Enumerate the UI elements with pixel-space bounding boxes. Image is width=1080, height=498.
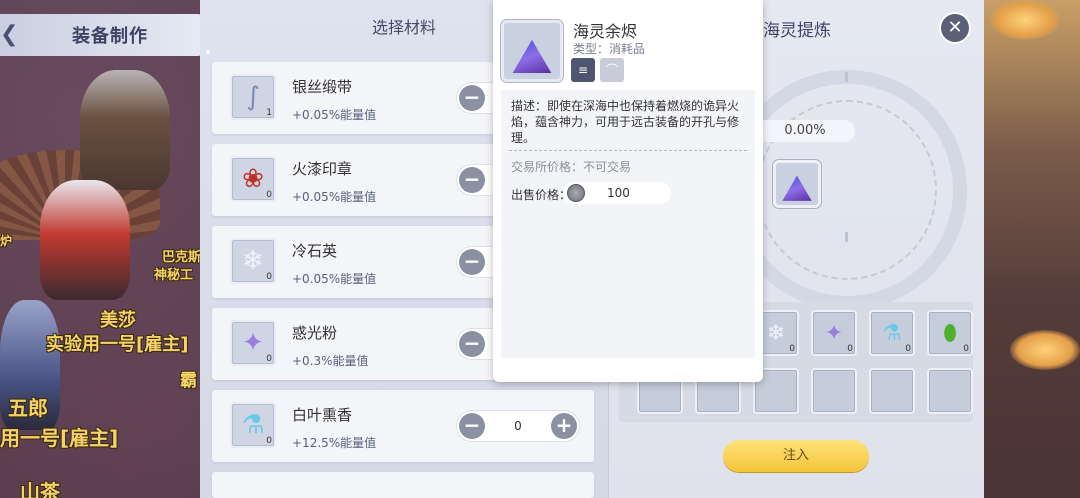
craft-header: ❮ 装备制作 (0, 14, 202, 56)
npc-name-label: 美莎 (100, 310, 136, 331)
decor-dot (206, 50, 210, 54)
sparkle-powder-icon: ✦ 0 (230, 320, 276, 366)
lamp-light (1010, 330, 1080, 370)
ring-tick (845, 72, 848, 82)
npc-name-label: 炉 (0, 234, 13, 248)
material-slot[interactable]: ⬮ 0 (927, 310, 973, 356)
detail-search-icon[interactable]: ≡ (571, 58, 595, 82)
material-bonus: +12.5%能量值 (292, 436, 377, 450)
source-path-icon[interactable]: ⌒ (600, 58, 624, 82)
inject-button[interactable]: 注入 (723, 440, 869, 472)
material-item[interactable]: ⚗ 0 白叶熏香 +12.5%能量值 − 0 + (212, 390, 594, 462)
sell-price-label: 出售价格： (511, 188, 572, 202)
refine-panel-title: 海灵提炼 (763, 21, 831, 41)
quantity-stepper: − 0 + (456, 410, 580, 442)
character-sprite (80, 70, 170, 190)
item-name: 海灵余烬 (573, 22, 638, 41)
item-type: 类型：消耗品 (573, 42, 646, 56)
crystal-icon: ❄ 0 (230, 238, 276, 284)
material-bonus: +0.05%能量值 (292, 108, 377, 122)
material-slot[interactable]: ⚗ 0 (869, 310, 915, 356)
minus-icon[interactable]: − (459, 167, 485, 193)
npc-name-label: 神秘工 (154, 268, 194, 283)
material-slot-empty[interactable] (927, 368, 973, 414)
potion-icon: ⚗ 0 (230, 402, 276, 448)
material-item[interactable] (212, 472, 594, 498)
scene-right-wall (980, 0, 1080, 498)
material-name: 惑光粉 (292, 324, 338, 342)
ribbon-icon: ∫ 1 (230, 74, 276, 120)
material-slot-empty[interactable] (811, 368, 857, 414)
item-count: 0 (266, 436, 272, 446)
material-name: 银丝缎带 (292, 78, 353, 96)
tooltip-body: 描述：即使在深海中也保持着燃烧的诡异火焰，蕴含神力，可用于远古装备的开孔与修理。… (501, 90, 755, 358)
rose-seal-icon: ❀ 0 (230, 156, 276, 202)
material-slot[interactable]: ✦ 0 (811, 310, 857, 356)
slot-count: 0 (963, 344, 969, 354)
material-name: 冷石英 (292, 242, 338, 260)
back-arrow-icon[interactable]: ❮ (0, 20, 22, 50)
minus-icon[interactable]: − (459, 85, 485, 111)
material-name: 白叶熏香 (292, 406, 353, 424)
npc-name-label: 山茶 (20, 480, 60, 498)
sell-price-box: 100 (563, 182, 671, 204)
lamp-light (990, 0, 1060, 40)
ring-tick (845, 232, 848, 242)
craft-header-title: 装备制作 (72, 26, 148, 47)
material-name: 火漆印章 (292, 160, 353, 178)
item-count: 0 (266, 354, 272, 364)
material-bonus: +0.05%能量值 (292, 272, 377, 286)
item-description: 描述：即使在深海中也保持着燃烧的诡异火焰，蕴含神力，可用于远古装备的开孔与修理。 (511, 99, 740, 145)
material-slot-empty[interactable] (869, 368, 915, 414)
slot-count: 0 (847, 344, 853, 354)
slot-count: 0 (905, 344, 911, 354)
trade-price: 交易所价格：不可交易 (511, 160, 632, 174)
material-bonus: +0.3%能量值 (292, 354, 369, 368)
divider (509, 150, 747, 151)
sell-price-value: 100 (607, 186, 630, 200)
coin-icon (567, 184, 585, 202)
item-count: 0 (266, 190, 272, 200)
progress-percent: 0.00% (755, 120, 855, 142)
ember-core-slot[interactable] (773, 160, 821, 208)
npc-name-label: 实验用一号[雇主] (46, 334, 189, 355)
slot-count: 0 (789, 344, 795, 354)
character-sprite (40, 180, 130, 300)
npc-name-label: 用一号[雇主] (0, 426, 119, 450)
item-count: 0 (266, 272, 272, 282)
npc-name-label: 五郎 (8, 396, 48, 420)
item-tooltip: 海灵余烬 类型：消耗品 ≡ ⌒ 描述：即使在深海中也保持着燃烧的诡异火焰，蕴含神… (493, 0, 763, 382)
minus-icon[interactable]: − (459, 413, 485, 439)
npc-name-label: 巴克斯 (162, 250, 202, 265)
minus-icon[interactable]: − (459, 249, 485, 275)
ember-crystal-icon (782, 175, 812, 201)
item-count: 1 (266, 108, 272, 118)
plus-icon[interactable]: + (551, 413, 577, 439)
quantity-value: 0 (514, 419, 522, 433)
close-icon: ✕ (947, 17, 963, 38)
npc-name-label: 霸 (180, 371, 197, 391)
close-button[interactable]: ✕ (939, 12, 971, 44)
minus-icon[interactable]: − (459, 331, 485, 357)
ember-crystal-icon (501, 20, 563, 82)
material-bonus: +0.05%能量值 (292, 190, 377, 204)
